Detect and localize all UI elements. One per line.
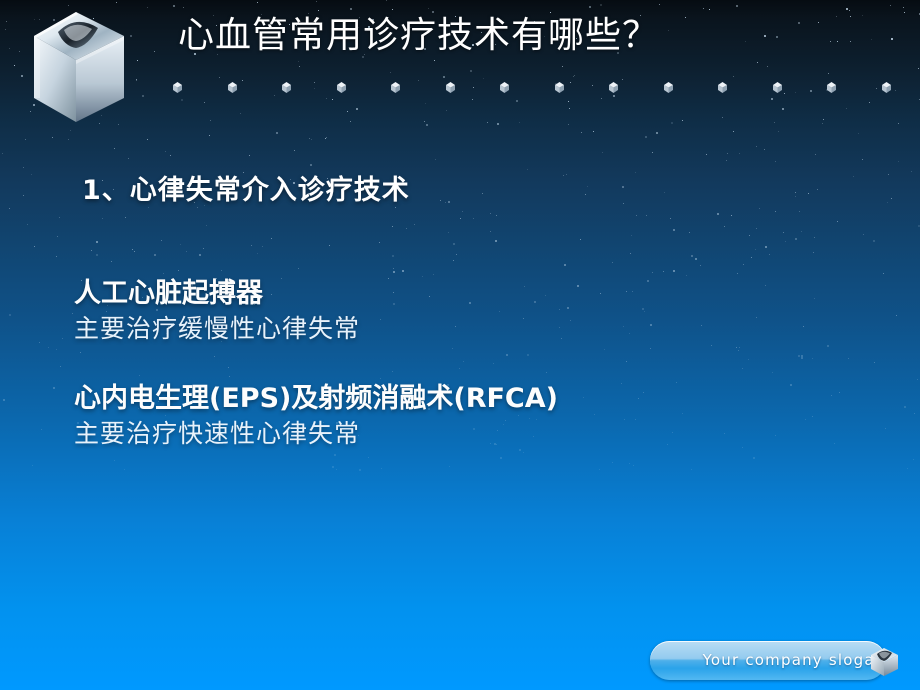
content-block-1: 人工心脏起搏器 主要治疗缓慢性心律失常 xyxy=(74,276,874,346)
metallic-cube-icon xyxy=(864,641,904,680)
block-heading: 心内电生理(EPS)及射频消融术(RFCA) xyxy=(74,383,558,414)
content-block-2: 心内电生理(EPS)及射频消融术(RFCA) 主要治疗快速性心律失常 xyxy=(74,381,874,451)
block-heading: 人工心脏起搏器 xyxy=(74,278,263,309)
slide-body: 1、心律失常介入诊疗技术 人工心脏起搏器 主要治疗缓慢性心律失常 心内电生理(E… xyxy=(0,0,920,690)
section-number-heading: 1、心律失常介入诊疗技术 xyxy=(82,175,410,206)
slide-canvas: 心血管常用诊疗技术有哪些？ 1、心律失常介入诊疗技术 人工心脏起搏器 主要治疗缓… xyxy=(0,0,920,690)
block-subtext: 主要治疗快速性心律失常 xyxy=(74,419,361,448)
footer-slogan-badge[interactable]: Your company slogan xyxy=(650,641,906,680)
block-subtext: 主要治疗缓慢性心律失常 xyxy=(74,314,361,343)
company-slogan-text: Your company slogan xyxy=(702,651,886,669)
